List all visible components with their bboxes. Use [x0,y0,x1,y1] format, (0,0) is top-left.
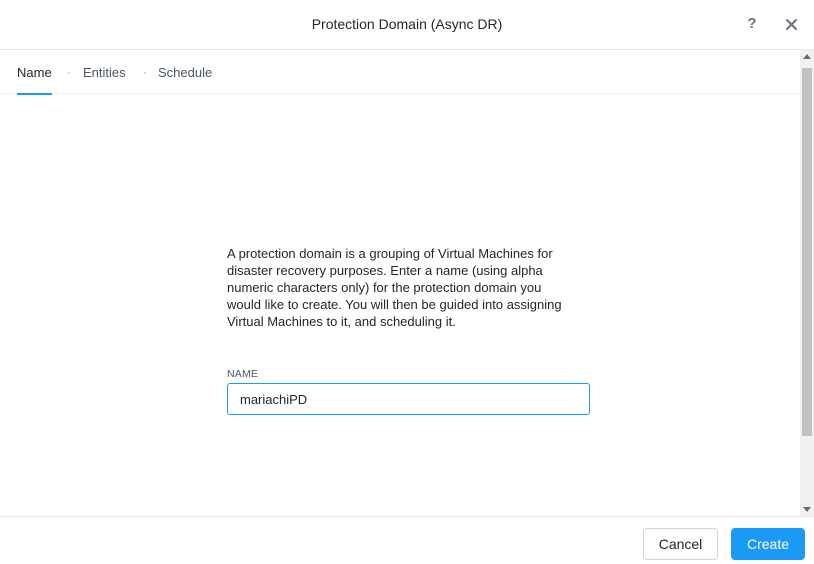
scroll-down-arrow-icon[interactable] [803,507,811,512]
dialog-footer: Cancel Create [0,516,814,564]
description-text: A protection domain is a grouping of Vir… [227,246,562,329]
tab-schedule[interactable]: Schedule [158,65,212,93]
scrollbar[interactable] [800,50,814,516]
tab-name[interactable]: Name [17,65,52,95]
create-button[interactable]: Create [731,528,805,560]
name-input[interactable] [227,383,590,415]
help-icon[interactable]: ? [744,14,760,34]
close-icon[interactable] [783,14,801,34]
scroll-thumb[interactable] [802,68,812,436]
tab-separator [144,72,146,74]
scroll-up-arrow-icon[interactable] [803,54,811,59]
dialog-title: Protection Domain (Async DR) [311,16,503,32]
dialog-header: Protection Domain (Async DR) ? [0,0,814,50]
name-field-label: NAME [227,368,259,380]
tab-separator [68,72,70,74]
cancel-button[interactable]: Cancel [643,528,718,560]
wizard-tabs: Name Entities Schedule [0,50,800,95]
dialog-body: A protection domain is a grouping of Vir… [0,95,800,516]
tab-entities[interactable]: Entities [83,65,126,93]
